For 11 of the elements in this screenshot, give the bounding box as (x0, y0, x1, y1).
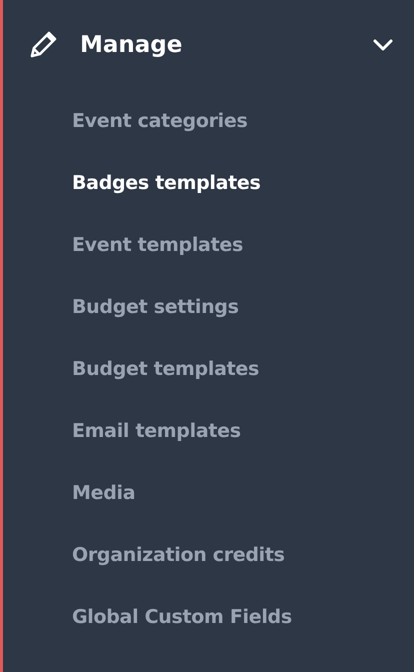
menu-item[interactable]: Organization credits (72, 524, 285, 586)
menu-item[interactable]: Budget templates (72, 338, 259, 400)
menu-item[interactable]: Email templates (72, 400, 241, 462)
menu-item[interactable]: Budget settings (72, 276, 239, 338)
menu-item[interactable]: Global Custom Fields (72, 586, 292, 648)
menu-item[interactable]: Media (72, 462, 136, 524)
menu-item[interactable]: Event templates (72, 214, 243, 276)
pencil-icon (28, 30, 58, 60)
menu-item[interactable]: Event categories (72, 90, 248, 152)
section-title: Manage (80, 31, 184, 60)
menu-item[interactable]: Badges templates (72, 152, 260, 214)
